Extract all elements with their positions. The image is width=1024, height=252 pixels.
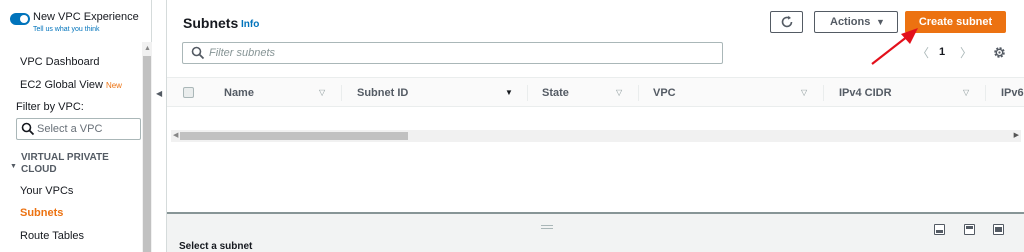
scroll-right-icon[interactable]: ▶ bbox=[1014, 131, 1019, 139]
annotation-arrow-icon bbox=[871, 28, 918, 65]
sort-icon[interactable]: ▽ bbox=[801, 88, 807, 97]
filter-subnets-input[interactable]: Filter subnets bbox=[182, 42, 723, 64]
sidebar-item-your-vpcs[interactable]: Your VPCs bbox=[20, 185, 73, 197]
column-subnet-id[interactable]: Subnet ID bbox=[357, 87, 408, 99]
ec2-global-view-label: EC2 Global View bbox=[20, 79, 103, 91]
column-divider[interactable] bbox=[638, 85, 639, 101]
sidebar-collapse-handle[interactable]: ◀ bbox=[152, 84, 166, 106]
horizontal-scroll-thumb[interactable] bbox=[180, 132, 408, 140]
column-state[interactable]: State bbox=[542, 87, 569, 99]
select-vpc-input[interactable]: Select a VPC bbox=[16, 118, 141, 140]
feedback-link[interactable]: Tell us what you think bbox=[33, 26, 100, 33]
scroll-up-icon[interactable]: ▲ bbox=[144, 45, 151, 52]
actions-label: Actions bbox=[830, 16, 871, 28]
new-experience-toggle[interactable] bbox=[10, 13, 30, 25]
column-name[interactable]: Name bbox=[224, 87, 254, 99]
search-icon bbox=[21, 122, 35, 136]
column-divider[interactable] bbox=[341, 85, 342, 101]
sidebar-item-ec2-global-view[interactable]: EC2 Global View New bbox=[20, 79, 122, 91]
new-badge: New bbox=[105, 81, 122, 90]
new-experience-label: New VPC Experience bbox=[33, 11, 139, 23]
sidebar-item-vpc-dashboard[interactable]: VPC Dashboard bbox=[20, 56, 100, 68]
column-divider[interactable] bbox=[985, 85, 986, 101]
column-ipv4-cidr[interactable]: IPv4 CIDR bbox=[839, 87, 892, 99]
column-vpc[interactable]: VPC bbox=[653, 87, 676, 99]
scroll-left-icon[interactable]: ◀ bbox=[173, 131, 178, 139]
refresh-icon bbox=[781, 15, 793, 28]
table-horizontal-scrollbar[interactable]: ◀ ▶ bbox=[171, 130, 1021, 142]
sort-active-icon[interactable]: ▼ bbox=[505, 88, 513, 97]
sidebar: New VPC Experience Tell us what you thin… bbox=[0, 0, 152, 252]
refresh-button[interactable] bbox=[770, 11, 803, 33]
sort-icon[interactable]: ▽ bbox=[963, 88, 969, 97]
panel-hide-icon[interactable] bbox=[993, 224, 1004, 235]
drag-handle-icon[interactable] bbox=[541, 225, 553, 229]
caret-down-icon: ▼ bbox=[10, 163, 17, 170]
vpc-section-title: VIRTUAL PRIVATE CLOUD bbox=[21, 152, 109, 175]
lower-panel-label: Select a subnet bbox=[179, 241, 253, 252]
column-divider[interactable] bbox=[527, 85, 528, 101]
select-all-checkbox[interactable] bbox=[183, 87, 194, 98]
caret-left-icon: ◀ bbox=[156, 89, 163, 98]
table-header: Name ▽ Subnet ID ▼ State ▽ VPC ▽ IPv4 CI… bbox=[167, 77, 1024, 107]
sidebar-scrollbar[interactable]: ▲ bbox=[142, 42, 152, 252]
select-vpc-placeholder: Select a VPC bbox=[37, 123, 103, 135]
search-icon bbox=[191, 46, 205, 60]
page-title: Subnets bbox=[183, 15, 239, 31]
panel-side-icon[interactable] bbox=[964, 224, 975, 235]
gear-icon[interactable] bbox=[993, 46, 1006, 59]
sidebar-item-route-tables[interactable]: Route Tables bbox=[20, 230, 84, 242]
filter-placeholder: Filter subnets bbox=[209, 47, 276, 59]
column-ipv6[interactable]: IPv6 bbox=[1001, 87, 1024, 99]
chevron-right-icon[interactable]: 〉 bbox=[960, 44, 972, 61]
sidebar-item-subnets[interactable]: Subnets bbox=[20, 207, 63, 219]
sort-icon[interactable]: ▽ bbox=[319, 88, 325, 97]
panel-bottom-icon[interactable] bbox=[934, 224, 945, 235]
info-link[interactable]: Info bbox=[241, 19, 259, 30]
column-divider[interactable] bbox=[823, 85, 824, 101]
sort-icon[interactable]: ▽ bbox=[616, 88, 622, 97]
filter-by-vpc-label: Filter by VPC: bbox=[16, 101, 84, 113]
page-number[interactable]: 1 bbox=[939, 46, 945, 58]
split-panel-divider[interactable] bbox=[167, 212, 1024, 214]
sidebar-scroll-thumb[interactable] bbox=[143, 56, 151, 252]
